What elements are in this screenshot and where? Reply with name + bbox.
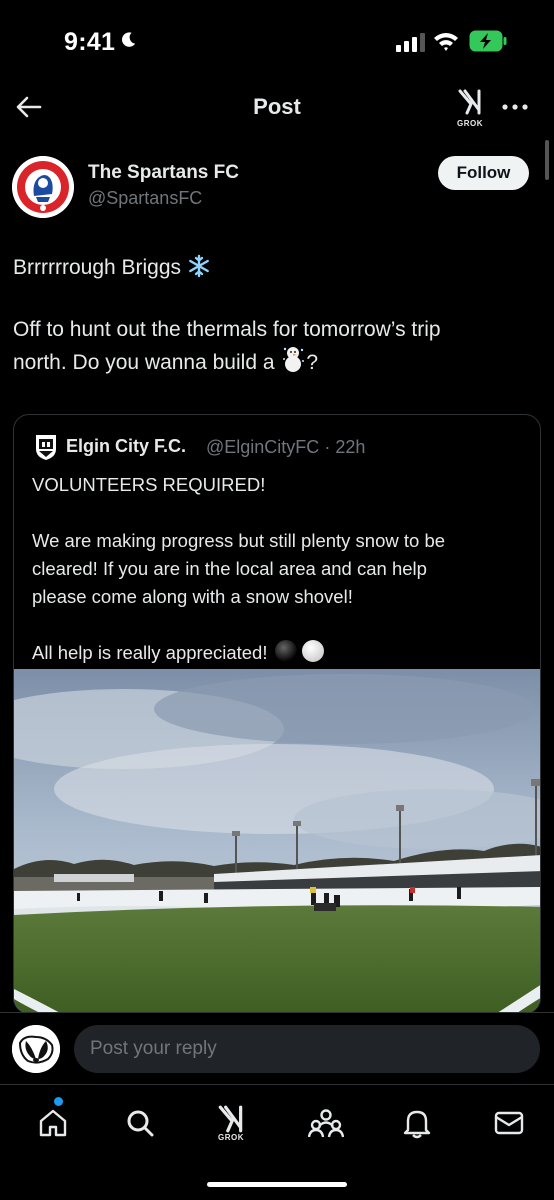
elgin-crest-logo bbox=[36, 435, 56, 460]
quoted-line-4: please come along with a snow shovel! bbox=[32, 586, 353, 607]
quoted-author-meta: @ElginCityFC · 22h bbox=[206, 437, 365, 458]
quoted-line-2: We are making progress but still plenty … bbox=[32, 530, 446, 551]
nav-notifications[interactable] bbox=[395, 1101, 439, 1145]
nav-grok[interactable]: GROK bbox=[209, 1101, 253, 1145]
post-line-2: Off to hunt out the thermals for tomorro… bbox=[13, 318, 441, 341]
bell-icon bbox=[403, 1110, 431, 1139]
post-line-3: north. Do you wanna build a ? bbox=[13, 345, 538, 378]
circle-emojis bbox=[274, 640, 324, 662]
quoted-line-5: All help is really appreciated! bbox=[32, 639, 527, 667]
author-name[interactable]: The Spartans FC bbox=[88, 162, 239, 184]
search-icon bbox=[127, 1110, 154, 1137]
nav-home[interactable] bbox=[31, 1101, 75, 1145]
post-photo[interactable] bbox=[14, 669, 541, 1014]
post-line-1: Brrrrrrough Briggs bbox=[13, 252, 538, 283]
grok-icon bbox=[458, 89, 481, 115]
snowman-emoji bbox=[283, 347, 305, 372]
author-handle[interactable]: @SpartansFC bbox=[88, 188, 202, 209]
snowflake-emoji bbox=[188, 254, 209, 278]
post-body: Brrrrrrough Briggs Off to hunt out the t… bbox=[13, 252, 538, 378]
quoted-post[interactable]: Elgin City F.C. @ElginCityFC · 22h VOLUN… bbox=[13, 414, 541, 1014]
meta-separator: · bbox=[324, 437, 331, 457]
mail-icon bbox=[494, 1111, 524, 1135]
grok-button[interactable]: GROK bbox=[454, 88, 486, 130]
follow-button[interactable]: Follow bbox=[438, 156, 529, 190]
home-icon bbox=[39, 1109, 67, 1137]
white-circle-emoji bbox=[301, 640, 324, 662]
badger-avatar bbox=[12, 1025, 60, 1073]
grok-icon bbox=[218, 1105, 243, 1133]
quoted-line-1: VOLUNTEERS REQUIRED! bbox=[32, 474, 266, 495]
quoted-author-name[interactable]: Elgin City F.C. bbox=[66, 436, 186, 457]
status-bar: 9:41 bbox=[0, 0, 554, 82]
quoted-post-body: VOLUNTEERS REQUIRED! We are making progr… bbox=[32, 471, 527, 667]
quoted-author-handle[interactable]: @ElginCityFC bbox=[206, 437, 319, 457]
quoted-line-3: cleared! If you are in the local area an… bbox=[32, 558, 427, 579]
moon-icon bbox=[122, 32, 136, 47]
nav-search[interactable] bbox=[118, 1101, 162, 1145]
user-avatar[interactable] bbox=[12, 1025, 60, 1073]
grok-label: GROK bbox=[457, 119, 483, 128]
signal-icon bbox=[396, 33, 425, 52]
author-avatar[interactable] bbox=[12, 156, 74, 218]
black-circle-emoji bbox=[274, 640, 297, 662]
reply-bar: Post your reply bbox=[0, 1012, 554, 1084]
wifi-icon bbox=[434, 33, 458, 51]
nav-messages[interactable] bbox=[487, 1101, 531, 1145]
status-time: 9:41 bbox=[64, 28, 116, 56]
top-header: Post GROK bbox=[0, 82, 554, 136]
grok-label: GROK bbox=[218, 1133, 244, 1142]
battery-charging-icon bbox=[469, 30, 507, 52]
more-icon[interactable] bbox=[500, 95, 530, 119]
nav-communities[interactable] bbox=[304, 1101, 348, 1145]
scrollbar[interactable] bbox=[545, 140, 549, 180]
communities-icon bbox=[308, 1109, 344, 1138]
notification-dot bbox=[54, 1097, 63, 1106]
spartans-crest-logo bbox=[12, 156, 74, 218]
home-indicator[interactable] bbox=[207, 1182, 347, 1187]
reply-input[interactable]: Post your reply bbox=[74, 1025, 540, 1073]
quoted-post-time: 22h bbox=[335, 437, 366, 457]
